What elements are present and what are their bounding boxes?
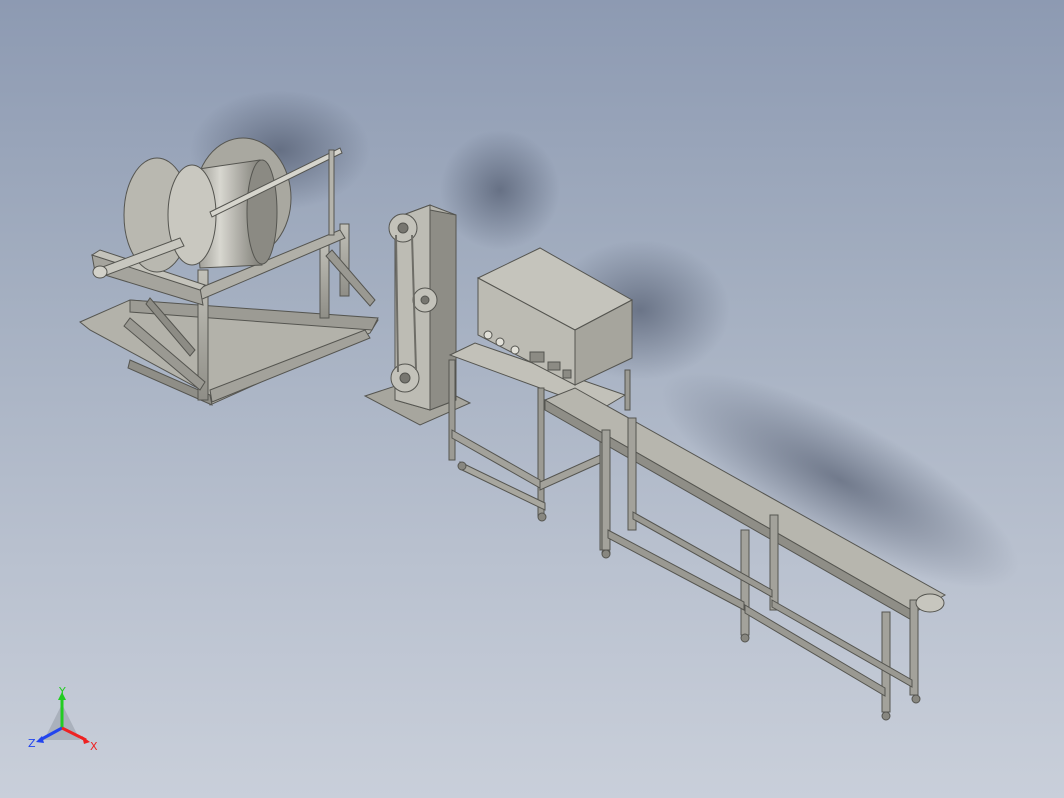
- cad-viewport[interactable]: Y Z X: [0, 0, 1064, 798]
- z-axis-label: Z: [28, 737, 36, 750]
- cable-reel-stand[interactable]: [79, 137, 379, 406]
- x-axis-head: [82, 736, 90, 744]
- x-axis-label: X: [90, 740, 98, 753]
- y-axis-label: Y: [58, 685, 66, 698]
- orientation-triad[interactable]: Y Z X: [24, 684, 104, 754]
- model-scene[interactable]: [0, 0, 1064, 798]
